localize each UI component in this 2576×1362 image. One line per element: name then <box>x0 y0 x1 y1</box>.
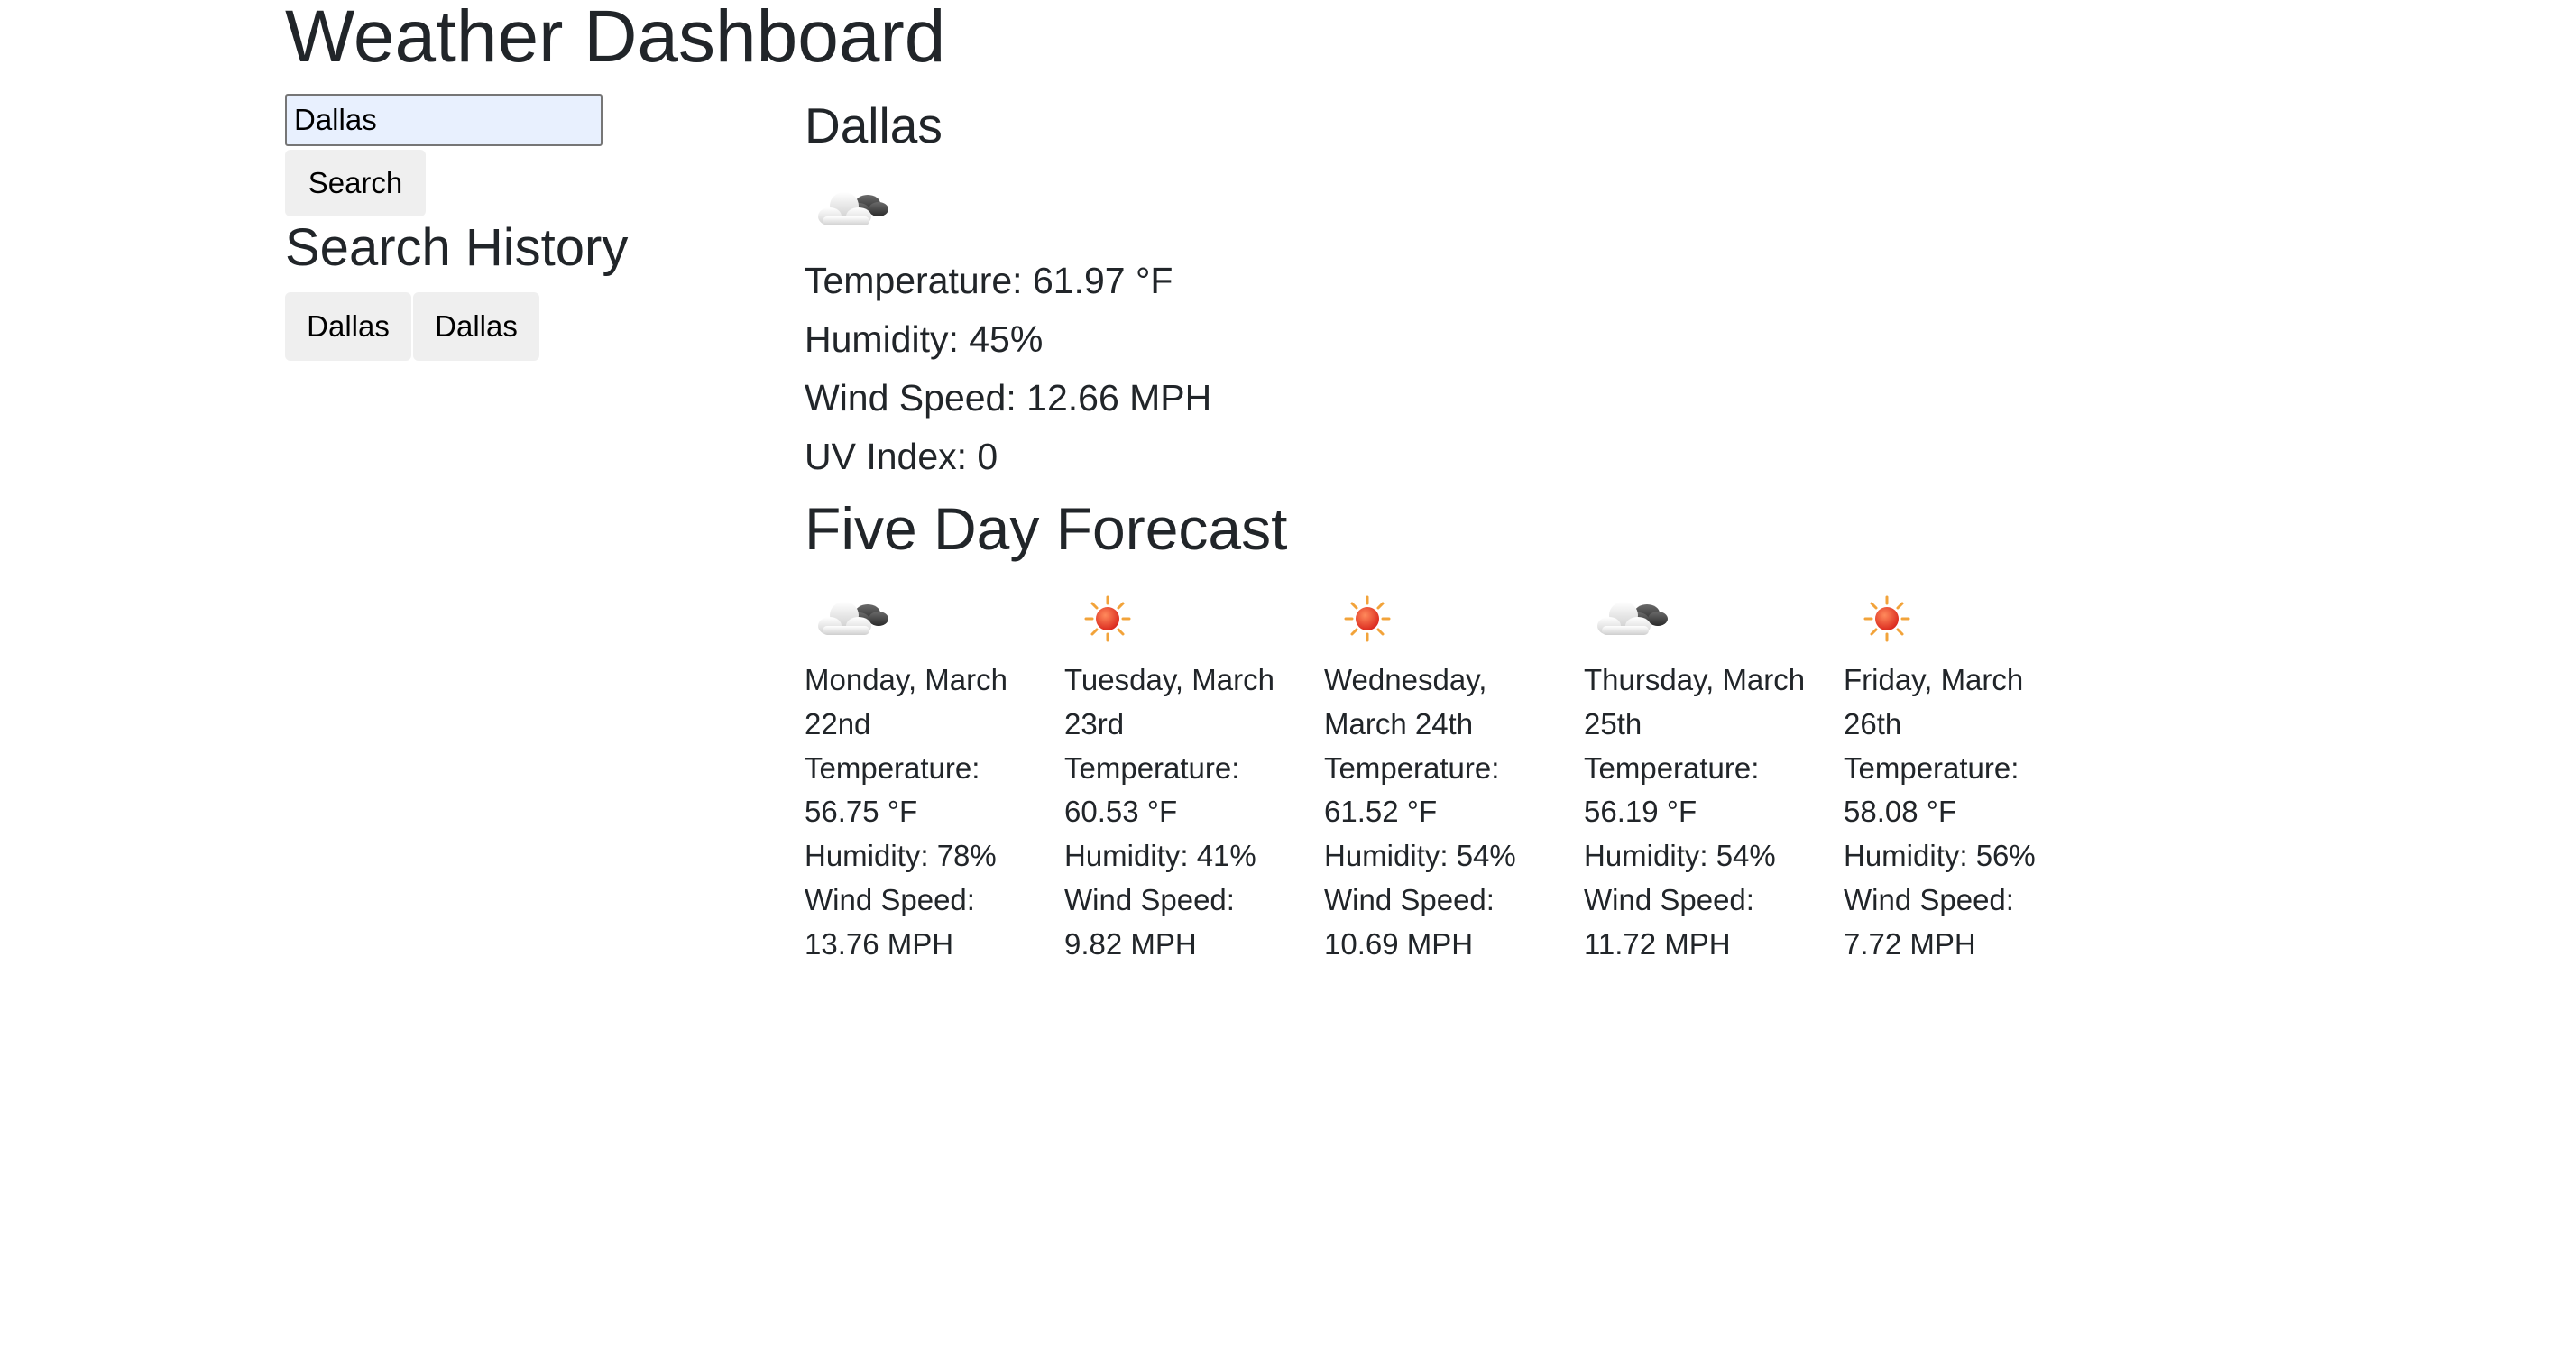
forecast-humidity: Humidity: 41% <box>1064 839 1256 873</box>
forecast-temperature: Temperature: 56.19 °F <box>1584 750 1760 829</box>
forecast-date: Wednesday, March 24th <box>1324 663 1487 741</box>
history-item-button[interactable]: Dallas <box>285 292 411 361</box>
forecast-humidity: Humidity: 78% <box>805 839 997 873</box>
current-humidity: Humidity: 45% <box>805 318 1044 360</box>
page-title: Weather Dashboard <box>285 0 946 78</box>
forecast-row: Monday, March 22nd Temperature: 56.75 °F… <box>805 586 2103 967</box>
forecast-wind-speed: Wind Speed: 10.69 MPH <box>1324 882 1495 961</box>
forecast-humidity: Humidity: 56% <box>1844 839 2036 873</box>
forecast-date: Friday, March 26th <box>1844 663 2024 741</box>
forecast-temperature: Temperature: 60.53 °F <box>1064 750 1240 829</box>
forecast-humidity: Humidity: 54% <box>1324 839 1516 873</box>
forecast-wind-speed: Wind Speed: 9.82 MPH <box>1064 882 1235 961</box>
current-city-name: Dallas <box>805 97 943 153</box>
city-search-input[interactable] <box>285 94 603 146</box>
five-day-forecast-heading: Five Day Forecast <box>805 495 1288 562</box>
forecast-wind-speed: Wind Speed: 7.72 MPH <box>1844 882 2014 961</box>
weather-dashboard-page: Weather Dashboard Search Search History … <box>0 0 2576 1362</box>
forecast-date: Thursday, March 25th <box>1584 663 1806 741</box>
forecast-wind-speed: Wind Speed: 13.76 MPH <box>805 882 975 961</box>
forecast-date: Monday, March 22nd <box>805 663 1007 741</box>
forecast-card: Wednesday, March 24th Temperature: 61.52… <box>1324 586 1584 967</box>
forecast-humidity: Humidity: 54% <box>1584 839 1776 873</box>
cloud-icon <box>1591 590 1672 649</box>
forecast-temperature: Temperature: 58.08 °F <box>1844 750 2019 829</box>
sun-icon <box>1082 594 1133 649</box>
forecast-temperature: Temperature: 61.52 °F <box>1324 750 1500 829</box>
forecast-card: Thursday, March 25th Temperature: 56.19 … <box>1584 586 1844 967</box>
cloud-icon <box>812 180 893 235</box>
forecast-temperature: Temperature: 56.75 °F <box>805 750 980 829</box>
forecast-card: Friday, March 26th Temperature: 58.08 °F… <box>1844 586 2103 967</box>
history-item-button[interactable]: Dallas <box>413 292 539 361</box>
forecast-date: Tuesday, March 23rd <box>1064 663 1274 741</box>
sun-icon <box>1342 594 1393 649</box>
search-button[interactable]: Search <box>285 150 426 216</box>
current-wind-speed: Wind Speed: 12.66 MPH <box>805 377 1212 419</box>
forecast-wind-speed: Wind Speed: 11.72 MPH <box>1584 882 1754 961</box>
current-uv-index: UV Index: 0 <box>805 436 998 477</box>
search-history-list: Dallas Dallas <box>285 292 539 361</box>
forecast-card: Tuesday, March 23rd Temperature: 60.53 °… <box>1064 586 1324 967</box>
sun-icon <box>1862 594 1912 649</box>
current-temperature: Temperature: 61.97 °F <box>805 260 1173 301</box>
search-history-heading: Search History <box>285 218 629 277</box>
cloud-icon <box>812 590 893 649</box>
forecast-card: Monday, March 22nd Temperature: 56.75 °F… <box>805 586 1064 967</box>
